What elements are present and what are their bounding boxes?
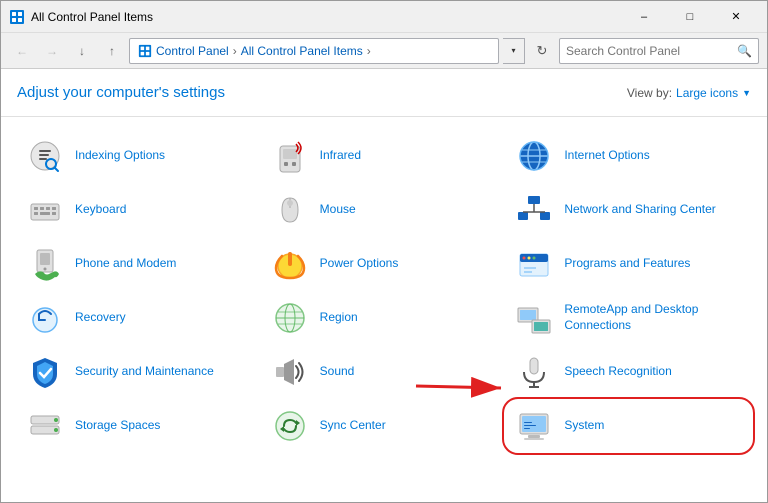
grid-item-infrared[interactable]: Infrared [262, 129, 507, 183]
grid-item-phone-modem[interactable]: Phone and Modem [17, 237, 262, 291]
mouse-icon [270, 190, 310, 230]
search-input[interactable] [566, 44, 733, 58]
window: All Control Panel Items – □ ✕ ← → ↓ ↑ Co… [0, 0, 768, 503]
search-box: 🔍 [559, 38, 759, 64]
phone-modem-label: Phone and Modem [75, 256, 176, 272]
back-button[interactable]: ← [9, 38, 35, 64]
network-sharing-icon [514, 190, 554, 230]
grid-item-storage-spaces[interactable]: Storage Spaces [17, 399, 262, 453]
grid-item-internet-options[interactable]: Internet Options [506, 129, 751, 183]
maximize-button[interactable]: □ [667, 1, 713, 33]
programs-features-icon [514, 244, 554, 284]
grid-item-sync-center[interactable]: Sync Center [262, 399, 507, 453]
grid-item-region[interactable]: Region [262, 291, 507, 345]
address-path: Control Panel › All Control Panel Items … [129, 38, 499, 64]
storage-spaces-icon [25, 406, 65, 446]
grid-item-programs-features[interactable]: Programs and Features [506, 237, 751, 291]
view-by-control: View by: Large icons ▼ [627, 86, 751, 100]
grid-item-remoteapp[interactable]: RemoteApp and Desktop Connections [506, 291, 751, 345]
grid-item-indexing-options[interactable]: Indexing Options [17, 129, 262, 183]
grid-item-keyboard[interactable]: Keyboard [17, 183, 262, 237]
security-maintenance-icon [25, 352, 65, 392]
grid-item-user-accounts[interactable]: User Accounts [506, 453, 751, 456]
view-bar: Adjust your computer's settings View by:… [1, 69, 767, 117]
window-icon [9, 9, 25, 25]
sound-icon [270, 352, 310, 392]
sync-center-icon [270, 406, 310, 446]
view-by-arrow-icon[interactable]: ▼ [742, 88, 751, 98]
close-button[interactable]: ✕ [713, 1, 759, 33]
view-by-value[interactable]: Large icons [676, 86, 738, 100]
system-icon [514, 406, 554, 446]
search-icon: 🔍 [737, 44, 752, 58]
keyboard-icon [25, 190, 65, 230]
recovery-label: Recovery [75, 310, 126, 326]
sound-label: Sound [320, 364, 355, 380]
address-bar: ← → ↓ ↑ Control Panel › All Control Pane… [1, 33, 767, 69]
region-label: Region [320, 310, 358, 326]
refresh-button[interactable]: ↻ [529, 38, 555, 64]
storage-spaces-label: Storage Spaces [75, 418, 160, 434]
dropdown-button[interactable]: ↓ [69, 38, 95, 64]
indexing-options-icon [25, 136, 65, 176]
security-maintenance-label: Security and Maintenance [75, 364, 214, 380]
region-icon [270, 298, 310, 338]
power-options-icon [270, 244, 310, 284]
network-sharing-label: Network and Sharing Center [564, 202, 715, 218]
grid-item-troubleshooting[interactable]: Troubleshooting [262, 453, 507, 456]
window-controls: – □ ✕ [621, 1, 759, 33]
internet-options-icon [514, 136, 554, 176]
sync-center-label: Sync Center [320, 418, 386, 434]
grid-item-power-options[interactable]: Power Options [262, 237, 507, 291]
breadcrumb-all-items[interactable]: All Control Panel Items [241, 44, 363, 58]
internet-options-label: Internet Options [564, 148, 649, 164]
grid-item-sound[interactable]: Sound [262, 345, 507, 399]
speech-recognition-icon [514, 352, 554, 392]
speech-recognition-label: Speech Recognition [564, 364, 671, 380]
breadcrumb-control-panel[interactable]: Control Panel [156, 44, 229, 58]
minimize-button[interactable]: – [621, 1, 667, 33]
forward-button[interactable]: → [39, 38, 65, 64]
grid-item-taskbar-navigation[interactable]: Taskbar and Navigation [17, 453, 262, 456]
indexing-options-label: Indexing Options [75, 148, 165, 164]
items-area: Indexing Options Infrared Internet Options… [1, 117, 767, 456]
power-options-label: Power Options [320, 256, 399, 272]
remoteapp-label: RemoteApp and Desktop Connections [564, 302, 743, 333]
grid-item-system[interactable]: System [506, 399, 751, 453]
programs-features-label: Programs and Features [564, 256, 690, 272]
grid-item-mouse[interactable]: Mouse [262, 183, 507, 237]
page-title: Adjust your computer's settings [17, 84, 225, 101]
items-grid: Indexing Options Infrared Internet Options… [1, 125, 767, 456]
window-title: All Control Panel Items [31, 10, 621, 24]
mouse-label: Mouse [320, 202, 356, 218]
address-dropdown[interactable]: ▾ [503, 38, 525, 64]
phone-modem-icon [25, 244, 65, 284]
grid-item-security-maintenance[interactable]: Security and Maintenance [17, 345, 262, 399]
remoteapp-icon [514, 298, 554, 338]
grid-item-recovery[interactable]: Recovery [17, 291, 262, 345]
main-content: Adjust your computer's settings View by:… [1, 69, 767, 456]
infrared-label: Infrared [320, 148, 361, 164]
up-button[interactable]: ↑ [99, 38, 125, 64]
recovery-icon [25, 298, 65, 338]
view-by-label: View by: [627, 86, 672, 100]
system-label: System [564, 418, 604, 434]
title-bar: All Control Panel Items – □ ✕ [1, 1, 767, 33]
grid-item-network-sharing[interactable]: Network and Sharing Center [506, 183, 751, 237]
keyboard-label: Keyboard [75, 202, 126, 218]
grid-item-speech-recognition[interactable]: Speech Recognition [506, 345, 751, 399]
infrared-icon [270, 136, 310, 176]
